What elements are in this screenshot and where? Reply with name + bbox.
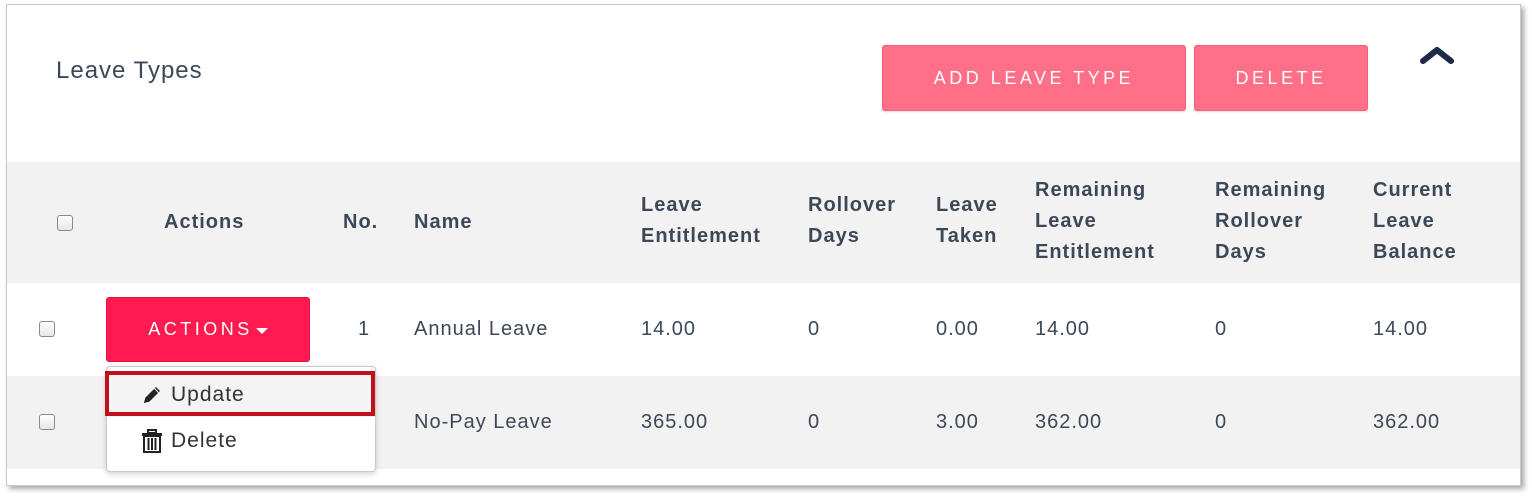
header-remaining-rollover-days: Remaining Rollover Days — [1215, 179, 1327, 263]
header-remaining-leave-entitlement: Remaining Leave Entitlement — [1035, 179, 1155, 263]
table-header: Actions No. Name Leave Entitlement Rollo… — [7, 162, 1520, 283]
card-title: Leave Types — [56, 57, 203, 84]
header-leave-taken: Leave Taken — [936, 194, 998, 247]
row-remaining-leave-entitlement: 14.00 — [1035, 318, 1091, 340]
row-name: Annual Leave — [414, 318, 549, 340]
menu-item-delete[interactable]: Delete — [107, 419, 375, 463]
caret-down-icon — [255, 328, 268, 334]
row-leave-taken: 3.00 — [936, 411, 979, 433]
row-checkbox[interactable] — [39, 414, 55, 430]
select-all-checkbox[interactable] — [57, 215, 73, 231]
trash-icon — [142, 429, 162, 453]
row-leave-entitlement: 365.00 — [641, 411, 709, 433]
header-no: No. — [343, 211, 379, 233]
row-leave-entitlement: 14.00 — [641, 318, 697, 340]
row-name: No-Pay Leave — [414, 411, 553, 433]
actions-dropdown-button[interactable]: ACTIONS — [106, 297, 310, 362]
header-actions: Actions — [164, 211, 245, 233]
row-remaining-rollover-days: 0 — [1215, 318, 1228, 340]
row-current-leave-balance: 362.00 — [1373, 411, 1441, 433]
row-current-leave-balance: 14.00 — [1373, 318, 1429, 340]
collapse-chevron-up-icon[interactable] — [1419, 43, 1455, 67]
row-leave-taken: 0.00 — [936, 318, 979, 340]
row-remaining-leave-entitlement: 362.00 — [1035, 411, 1103, 433]
header-leave-entitlement: Leave Entitlement — [641, 194, 761, 247]
menu-item-label: Delete — [171, 429, 238, 452]
header-rollover-days: Rollover Days — [808, 194, 897, 247]
row-rollover-days: 0 — [808, 411, 821, 433]
header-name: Name — [414, 211, 473, 233]
row-remaining-rollover-days: 0 — [1215, 411, 1228, 433]
row-rollover-days: 0 — [808, 318, 821, 340]
update-highlight-box — [105, 371, 375, 416]
row-no: 1 — [358, 318, 371, 340]
leave-types-card: Leave Types ADD LEAVE TYPE DELETE Action… — [6, 4, 1521, 486]
actions-button-label: ACTIONS — [148, 319, 253, 339]
add-leave-type-button[interactable]: ADD LEAVE TYPE — [882, 45, 1186, 111]
row-checkbox[interactable] — [39, 321, 55, 337]
header-current-leave-balance: Current Leave Balance — [1373, 179, 1457, 263]
delete-button[interactable]: DELETE — [1194, 45, 1368, 111]
